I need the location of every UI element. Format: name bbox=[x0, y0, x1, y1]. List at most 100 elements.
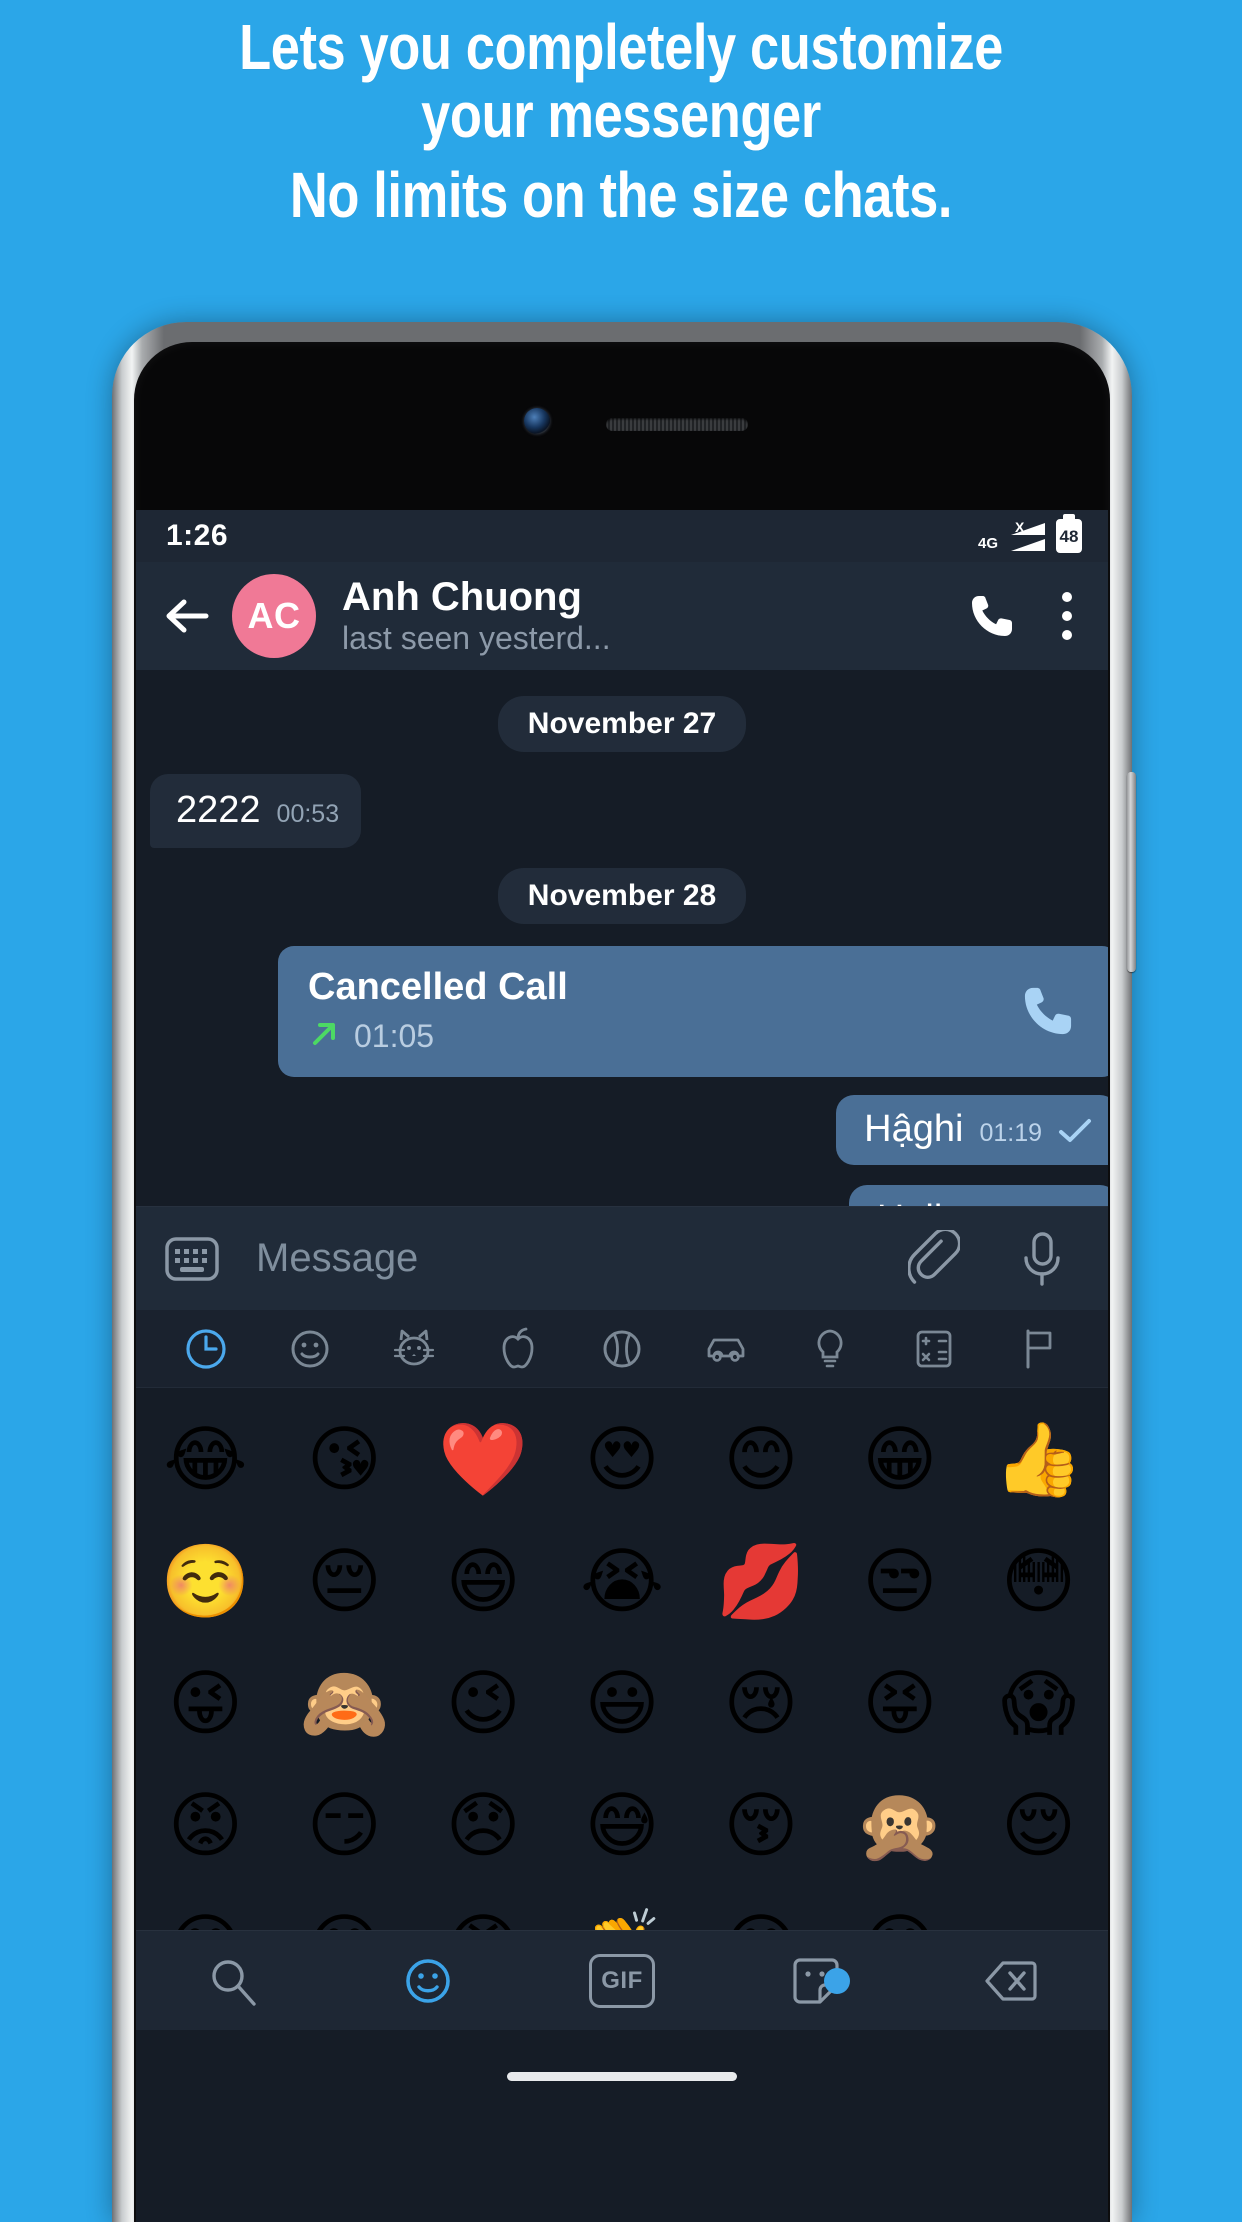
emoji-item[interactable]: 😠 bbox=[414, 1886, 553, 1930]
call-title: Cancelled Call bbox=[308, 965, 568, 1008]
emoji-category-animals[interactable] bbox=[362, 1310, 466, 1387]
emoji-item[interactable]: 😊 bbox=[691, 1886, 830, 1930]
search-icon[interactable] bbox=[136, 1954, 330, 2008]
message-row-incoming[interactable]: 2222 00:53 bbox=[136, 774, 1108, 848]
message-text: Hello bbox=[877, 1198, 964, 1206]
front-camera-icon bbox=[524, 408, 550, 434]
emoji-category-recent[interactable] bbox=[154, 1310, 258, 1387]
gif-icon[interactable]: GIF bbox=[525, 1953, 719, 2008]
message-bubble-outgoing: Hậghi 01:19 bbox=[836, 1095, 1108, 1166]
message-bubble-incoming: 2222 00:53 bbox=[150, 774, 362, 848]
home-indicator[interactable] bbox=[507, 2071, 737, 2081]
emoji-item[interactable]: 👏 bbox=[553, 1886, 692, 1930]
status-time: 1:26 bbox=[166, 519, 229, 552]
power-button[interactable] bbox=[1127, 772, 1136, 972]
emoji-item[interactable]: 😁 bbox=[830, 1398, 969, 1520]
message-input[interactable]: Message bbox=[242, 1236, 886, 1281]
emoji-item[interactable]: 🙊 bbox=[830, 1764, 969, 1886]
paperclip-icon[interactable] bbox=[907, 1227, 962, 1288]
message-time: 00:53 bbox=[276, 800, 340, 828]
emoji-category-smileys[interactable] bbox=[258, 1310, 362, 1387]
call-time: 01:05 bbox=[354, 1018, 435, 1055]
phone-bezel: 1:26 4G X 48 AC Anh Chuong last seen yes… bbox=[134, 342, 1110, 2222]
emoji-item[interactable]: 😡 bbox=[136, 1764, 275, 1886]
emoji-item[interactable]: 😊 bbox=[136, 1886, 275, 1930]
check-icon bbox=[1058, 1118, 1092, 1144]
message-text: 2222 bbox=[176, 789, 261, 831]
emoji-item[interactable]: 😚 bbox=[691, 1764, 830, 1886]
emoji-item[interactable]: 😜 bbox=[136, 1642, 275, 1764]
promo-line-2: your messenger bbox=[421, 78, 821, 151]
emoji-item[interactable]: 😅 bbox=[553, 1764, 692, 1886]
back-arrow-icon[interactable] bbox=[162, 591, 212, 641]
message-row-outgoing[interactable]: Hello 01:25 bbox=[136, 1185, 1108, 1206]
keyboard-icon[interactable] bbox=[164, 1236, 220, 1282]
page-title: Anh Chuong bbox=[342, 574, 582, 619]
emoji-item[interactable]: 😞 bbox=[414, 1764, 553, 1886]
emoji-item[interactable] bbox=[969, 1886, 1108, 1930]
battery-level: 48 bbox=[1059, 526, 1079, 546]
emoji-item[interactable]: 😊 bbox=[830, 1886, 969, 1930]
emoji-item[interactable]: 😔 bbox=[275, 1520, 414, 1642]
navigation-area bbox=[136, 2030, 1108, 2122]
emoji-item[interactable]: 😘 bbox=[275, 1398, 414, 1520]
peer-last-seen: last seen yesterd... bbox=[342, 619, 611, 656]
microphone-icon[interactable] bbox=[1016, 1230, 1068, 1288]
avatar[interactable]: AC bbox=[232, 574, 316, 658]
emoji-item[interactable]: 😍 bbox=[553, 1398, 692, 1520]
emoji-item[interactable]: 😢 bbox=[691, 1642, 830, 1764]
emoji-item[interactable]: 😌 bbox=[969, 1764, 1108, 1886]
arrow-up-right-icon bbox=[308, 1018, 340, 1055]
sticker-badge bbox=[824, 1967, 851, 1994]
emoji-item[interactable]: 😱 bbox=[969, 1642, 1108, 1764]
promo-line-3: No limits on the size chats. bbox=[289, 158, 953, 231]
emoji-item[interactable]: 😂 bbox=[136, 1398, 275, 1520]
phone-icon[interactable] bbox=[1018, 981, 1078, 1041]
emoji-item[interactable]: 💋 bbox=[691, 1520, 830, 1642]
phone-screen: 1:26 4G X 48 AC Anh Chuong last seen yes… bbox=[136, 510, 1108, 2222]
emoji-grid: 😂 😘 ❤️ 😍 😊 😁 👍 ☺️ 😔 😄 😭 💋 😒 😳 😜 🙈 😉 😃 😢 … bbox=[136, 1388, 1108, 1930]
emoji-category-flags[interactable] bbox=[986, 1310, 1090, 1387]
status-bar: 1:26 4G X 48 bbox=[136, 510, 1108, 562]
date-label: November 27 bbox=[497, 696, 747, 752]
emoji-item[interactable]: 😒 bbox=[830, 1520, 969, 1642]
emoji-category-objects[interactable] bbox=[778, 1310, 882, 1387]
emoji-item[interactable]: 😝 bbox=[830, 1642, 969, 1764]
chat-header: AC Anh Chuong last seen yesterd... bbox=[136, 562, 1108, 670]
backspace-icon[interactable] bbox=[914, 1954, 1108, 2008]
emoji-item[interactable]: ☺️ bbox=[136, 1520, 275, 1642]
emoji-item[interactable]: 😃 bbox=[553, 1642, 692, 1764]
emoji-category-symbols[interactable] bbox=[882, 1310, 986, 1387]
emoji-item[interactable]: 😊 bbox=[691, 1398, 830, 1520]
emoji-item[interactable]: 😭 bbox=[553, 1520, 692, 1642]
phone-icon[interactable] bbox=[966, 590, 1018, 642]
more-vertical-icon[interactable] bbox=[1060, 592, 1074, 640]
emoji-item[interactable]: 😄 bbox=[414, 1520, 553, 1642]
emoji-category-sports[interactable] bbox=[570, 1310, 674, 1387]
emoji-item[interactable]: 😉 bbox=[414, 1642, 553, 1764]
emoji-item[interactable]: ❤️ bbox=[414, 1398, 553, 1520]
emoji-category-travel[interactable] bbox=[674, 1310, 778, 1387]
signal-icon: X bbox=[1005, 519, 1049, 553]
promo-line-1: Lets you completely customize bbox=[239, 11, 1003, 83]
call-message-row[interactable]: Cancelled Call 01:05 bbox=[136, 945, 1108, 1078]
emoji-category-food[interactable] bbox=[466, 1310, 570, 1387]
emoji-item[interactable]: 😊 bbox=[275, 1886, 414, 1930]
earpiece-speaker bbox=[606, 418, 748, 431]
emoji-row: ☺️ 😔 😄 😭 💋 😒 😳 bbox=[136, 1520, 1108, 1642]
sticker-icon[interactable] bbox=[719, 1954, 913, 2008]
emoji-row: 😜 🙈 😉 😃 😢 😝 😱 bbox=[136, 1642, 1108, 1764]
peer-info[interactable]: Anh Chuong last seen yesterd... bbox=[336, 575, 946, 658]
emoji-item[interactable]: 😳 bbox=[969, 1520, 1108, 1642]
date-separator: November 27 bbox=[136, 696, 1108, 752]
smiley-icon[interactable] bbox=[330, 1954, 524, 2008]
message-bubble-outgoing: Hello 01:25 bbox=[848, 1185, 1108, 1206]
emoji-item[interactable]: 👍 bbox=[969, 1398, 1108, 1520]
emoji-item[interactable]: 😏 bbox=[275, 1764, 414, 1886]
emoji-item[interactable]: 🙈 bbox=[275, 1642, 414, 1764]
message-time: 01:19 bbox=[979, 1119, 1042, 1148]
emoji-row: 😡 😏 😞 😅 😚 🙊 😌 bbox=[136, 1764, 1108, 1886]
call-subline: 01:05 bbox=[308, 1018, 1018, 1055]
call-card: Cancelled Call 01:05 bbox=[278, 945, 1108, 1078]
message-row-outgoing[interactable]: Hậghi 01:19 bbox=[136, 1095, 1108, 1166]
